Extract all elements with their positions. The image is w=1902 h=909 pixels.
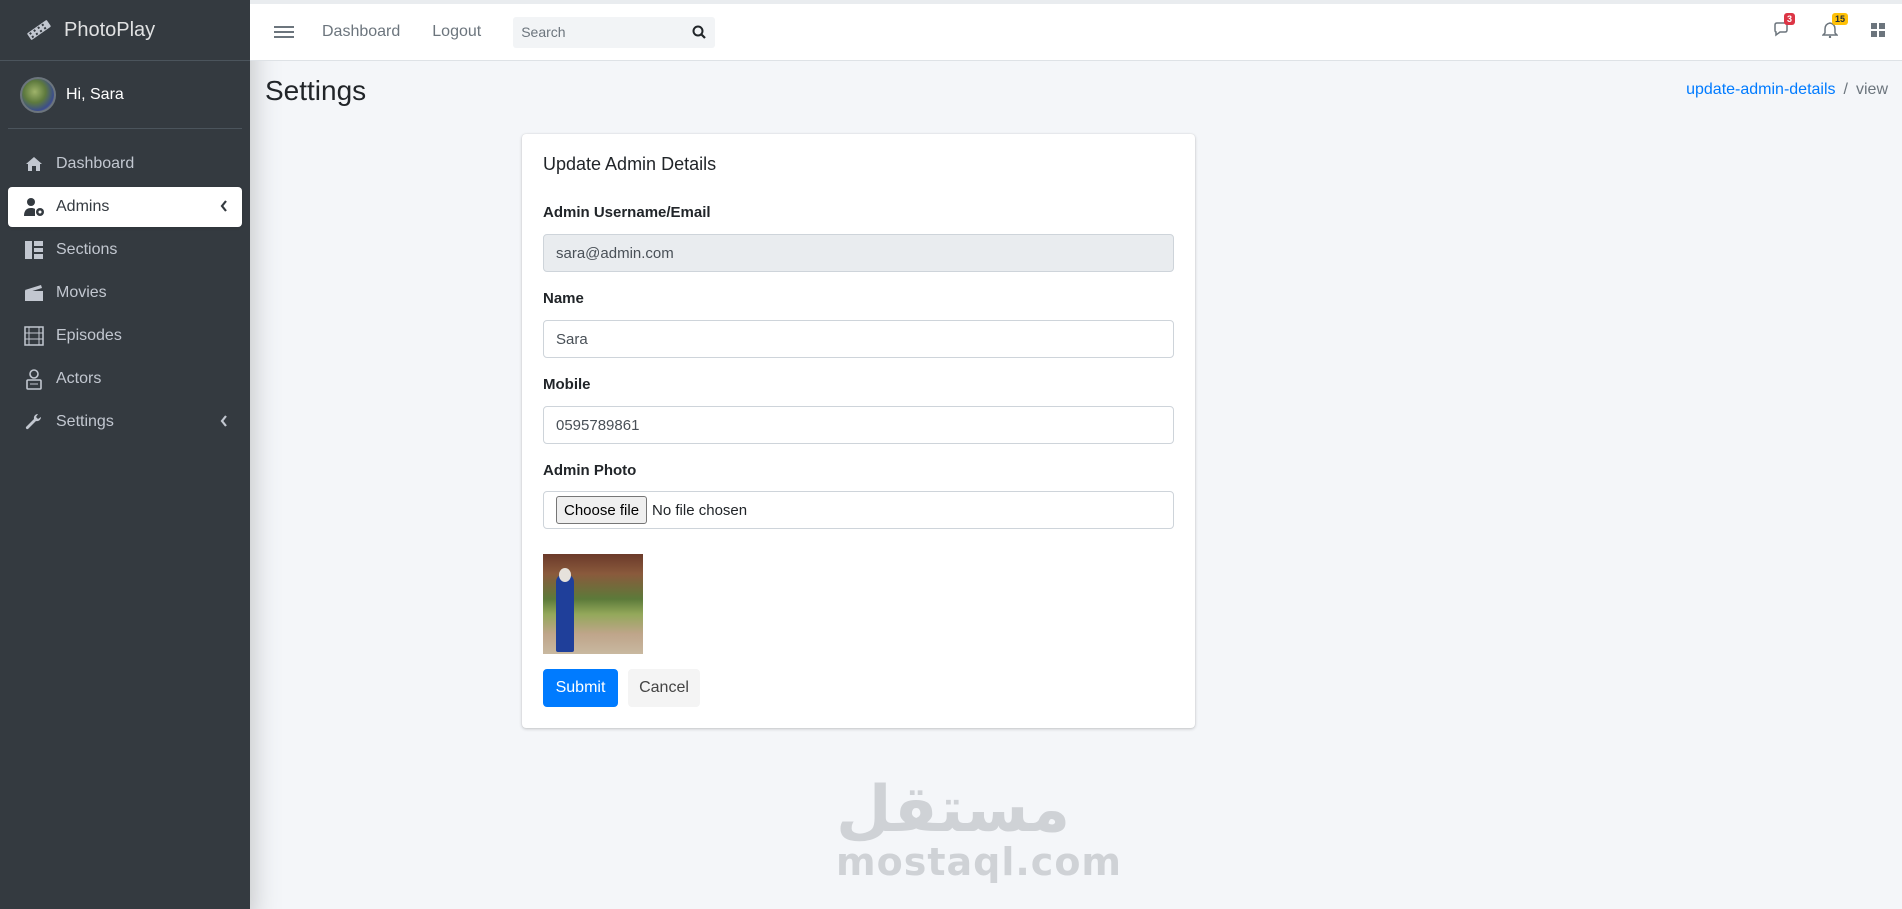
sidebar-item-sections[interactable]: Sections	[8, 230, 242, 270]
search-icon[interactable]	[683, 25, 715, 39]
page-title: Settings	[265, 75, 367, 106]
messages-count-badge: 3	[1784, 13, 1796, 25]
sidebar-item-label: Settings	[56, 413, 114, 430]
sidebar-item-actors[interactable]: Actors	[8, 359, 242, 399]
sidebar-item-settings[interactable]: Settings	[8, 402, 242, 442]
notifications-count-badge: 15	[1832, 13, 1849, 25]
brand-name: PhotoPlay	[64, 18, 156, 41]
watermark-latin: mostaql.com	[836, 840, 1123, 884]
sidebar-item-label: Movies	[56, 284, 107, 301]
sidebar-item-label: Episodes	[56, 327, 122, 344]
brand-link[interactable]: PhotoPlay	[0, 0, 250, 61]
top-link-logout[interactable]: Logout	[432, 23, 481, 41]
user-greeting[interactable]: Hi, Sara	[66, 86, 124, 104]
choose-file-button[interactable]: Choose file	[556, 496, 648, 524]
control-sidebar-button[interactable]	[1854, 22, 1902, 43]
watermark-arabic: مستقل	[836, 773, 1071, 847]
photo-label: Admin Photo	[543, 462, 637, 479]
topbar: Dashboard Logout 3 15	[250, 0, 1902, 61]
search-form	[513, 16, 716, 48]
breadcrumb-link[interactable]: update-admin-details	[1686, 81, 1835, 98]
watermark: مستقل mostaql.com	[836, 773, 1123, 884]
sidebar-item-label: Dashboard	[56, 155, 135, 172]
sidebar-item-admins[interactable]: Admins	[8, 187, 242, 227]
sidebar-item-label: Admins	[56, 198, 110, 215]
sidebar-item-dashboard[interactable]: Dashboard	[8, 144, 242, 184]
name-field[interactable]	[543, 320, 1174, 358]
mobile-label: Mobile	[543, 376, 591, 393]
name-label: Name	[543, 290, 584, 307]
email-field[interactable]	[543, 234, 1174, 272]
sidebar-item-label: Actors	[56, 370, 102, 387]
breadcrumb-separator: /	[1843, 81, 1848, 98]
film-reel-logo-icon	[24, 15, 54, 45]
sidebar: PhotoPlay Hi, Sara Dashboard Admins Sect…	[0, 0, 250, 909]
top-link-dashboard[interactable]: Dashboard	[322, 23, 400, 41]
avatar	[20, 76, 56, 113]
submit-button[interactable]: Submit	[543, 669, 618, 707]
sidebar-item-movies[interactable]: Movies	[8, 273, 242, 313]
hamburger-menu-icon[interactable]	[274, 23, 294, 41]
breadcrumb: update-admin-details / view	[1686, 81, 1888, 99]
chevron-left-icon	[220, 199, 228, 217]
file-status: No file chosen	[652, 501, 748, 519]
bell-icon	[1821, 22, 1839, 43]
photo-file-input[interactable]: Choose file No file chosen	[543, 491, 1174, 529]
grid-icon	[1870, 22, 1886, 43]
mobile-field[interactable]	[543, 406, 1174, 444]
admin-photo	[543, 554, 643, 654]
breadcrumb-current: view	[1855, 81, 1888, 98]
film-strip-icon	[22, 324, 46, 348]
search-input[interactable]	[513, 16, 684, 48]
update-admin-card: Update Admin Details Admin Username/Emai…	[522, 134, 1195, 728]
comments-icon	[1773, 22, 1791, 43]
user-panel[interactable]: Hi, Sara	[8, 61, 242, 129]
user-cog-icon	[22, 195, 46, 219]
actor-icon	[22, 367, 46, 391]
home-icon	[22, 152, 46, 176]
sidebar-item-label: Sections	[56, 241, 118, 258]
clapperboard-icon	[22, 281, 46, 305]
topbar-right: 3 15	[1758, 4, 1902, 61]
chevron-left-icon	[220, 414, 228, 432]
email-label: Admin Username/Email	[543, 204, 711, 221]
sidebar-nav: Dashboard Admins Sections Movies Episode…	[0, 129, 250, 442]
card-title: Update Admin Details	[543, 154, 717, 174]
cancel-button[interactable]: Cancel	[628, 669, 700, 707]
messages-dropdown[interactable]: 3	[1758, 13, 1806, 43]
sidebar-item-episodes[interactable]: Episodes	[8, 316, 242, 356]
columns-icon	[22, 238, 46, 262]
wrench-icon	[22, 410, 46, 434]
notifications-dropdown[interactable]: 15	[1806, 13, 1854, 43]
